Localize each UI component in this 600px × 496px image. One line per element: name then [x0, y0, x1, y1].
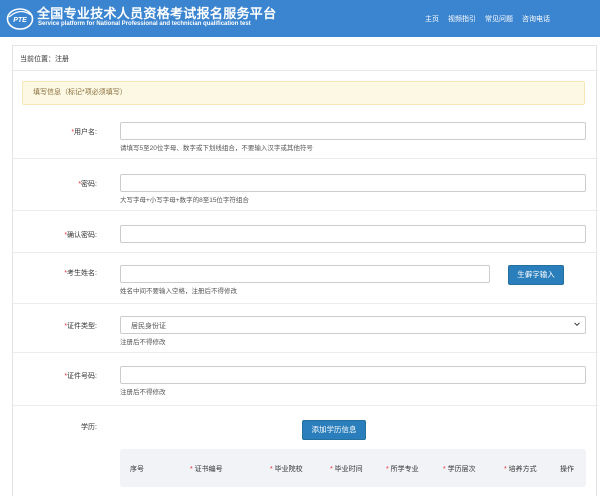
education-table-header: 序号 * 证书编号 * 毕业院校 * 毕业时间 * 所学专业 * 学历层次 * 培养方式 操作 — [120, 449, 586, 487]
site-header: PTE 全国专业技术人员资格考试报名服务平台 Service platform … — [0, 0, 600, 37]
nav-faq[interactable]: 常见问题 — [485, 14, 513, 24]
row-divider — [13, 252, 598, 253]
svg-text:PTE: PTE — [13, 17, 27, 24]
confirm-password-input[interactable] — [120, 225, 586, 243]
required-notice: 填写信息（标记*项必须填写） — [22, 81, 585, 105]
id-type-label: *证件类型: — [64, 323, 97, 330]
id-number-input[interactable] — [120, 366, 586, 384]
table-column-header: * 学历层次 — [443, 466, 476, 473]
register-panel: 当前位置：注册 填写信息（标记*项必须填写） *用户名: 请填写5至20位字母、… — [12, 45, 598, 496]
chevron-down-icon — [574, 322, 580, 327]
id-number-hint: 注册后不得修改 — [120, 389, 166, 396]
breadcrumb-divider — [13, 70, 598, 71]
site-title: 全国专业技术人员资格考试报名服务平台 — [37, 6, 277, 21]
rare-character-input-button[interactable]: 生僻字输入 — [508, 265, 564, 285]
id-number-label: *证件号码: — [64, 373, 97, 380]
table-column-header: * 毕业时间 — [330, 466, 363, 473]
table-column-header: * 培养方式 — [504, 466, 537, 473]
education-label: 学历: — [81, 424, 97, 431]
id-type-selected-value: 居民身份证 — [131, 323, 166, 330]
add-education-button[interactable]: 添加学历信息 — [302, 420, 366, 440]
password-label: *密码: — [78, 181, 97, 188]
site-subtitle: Service platform for National Profession… — [38, 21, 251, 27]
nav-video-guide[interactable]: 视频指引 — [448, 14, 476, 24]
candidate-name-label: *考生姓名: — [64, 270, 97, 277]
candidate-name-input[interactable] — [120, 265, 490, 283]
id-type-hint: 注册后不得修改 — [120, 339, 166, 346]
password-hint: 大写字母+小写字母+数字的8至15位字符组合 — [120, 197, 249, 204]
top-nav: 主页 视频指引 常见问题 咨询电话 — [425, 14, 550, 24]
id-type-select[interactable]: 居民身份证 — [120, 316, 586, 334]
row-divider — [13, 352, 598, 353]
row-divider — [13, 405, 598, 406]
username-input[interactable] — [120, 122, 586, 140]
nav-home[interactable]: 主页 — [425, 14, 439, 24]
password-input[interactable] — [120, 174, 586, 192]
table-column-header: 序号 — [130, 466, 144, 473]
username-label: *用户名: — [71, 129, 97, 136]
breadcrumb: 当前位置：注册 — [20, 56, 69, 63]
row-divider — [13, 210, 598, 211]
table-column-header: * 证书编号 — [190, 466, 223, 473]
nav-contact-phone[interactable]: 咨询电话 — [522, 14, 550, 24]
username-hint: 请填写5至20位字母、数字或下划线组合，不要输入汉字或其他符号 — [120, 145, 313, 152]
table-column-header: 操作 — [560, 466, 574, 473]
row-divider — [13, 303, 598, 304]
confirm-password-label: *确认密码: — [64, 232, 97, 239]
table-column-header: * 所学专业 — [386, 466, 419, 473]
pte-logo-icon[interactable]: PTE — [6, 5, 34, 31]
table-column-header: * 毕业院校 — [270, 466, 303, 473]
row-divider — [13, 158, 598, 159]
candidate-name-hint: 姓名中间不要输入空格，注册后不得修改 — [120, 288, 237, 295]
